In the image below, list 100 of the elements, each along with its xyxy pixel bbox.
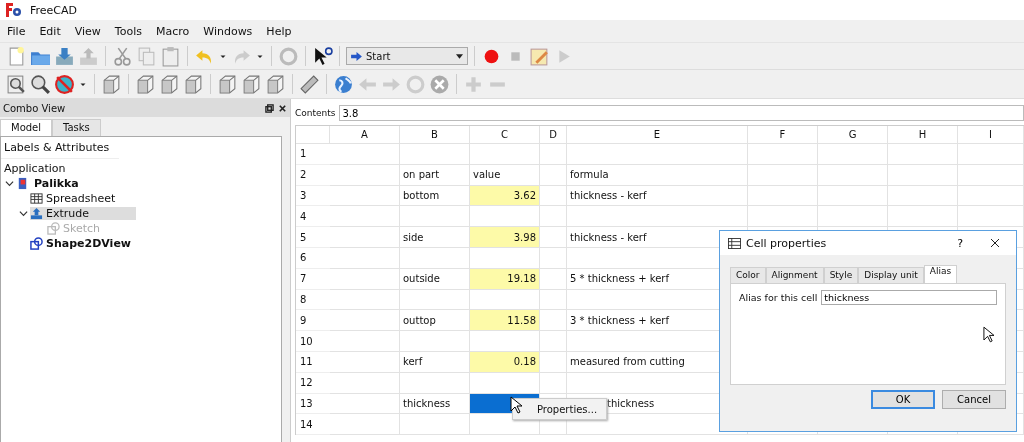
workbench-dropdown[interactable]: Start xyxy=(346,47,468,65)
document-icon xyxy=(16,177,29,190)
cursor-icon xyxy=(983,326,994,343)
export-icon[interactable] xyxy=(78,45,99,67)
table-cell xyxy=(330,268,400,290)
table-cell xyxy=(400,289,470,311)
dialog-title: Cell properties xyxy=(746,236,828,250)
zoom-fit-icon[interactable] xyxy=(6,73,27,95)
column-header[interactable]: G xyxy=(818,126,888,144)
table-cell xyxy=(888,144,958,165)
row-header[interactable]: 13 xyxy=(296,393,330,415)
table-cell xyxy=(330,393,400,415)
contents-field[interactable]: 3.8 xyxy=(339,105,1024,121)
table-cell: 19.18 xyxy=(470,268,540,290)
row-header[interactable]: 3 xyxy=(296,185,330,207)
table-cell: 3.98 xyxy=(470,227,540,248)
row-header[interactable]: 10 xyxy=(296,331,330,352)
column-header[interactable]: F xyxy=(748,126,818,144)
float-icon[interactable] xyxy=(265,103,274,113)
table-cell xyxy=(818,206,888,228)
table-cell xyxy=(330,372,400,394)
menu-item[interactable]: View xyxy=(67,24,108,38)
row-header[interactable]: 11 xyxy=(296,351,330,373)
row-header[interactable]: 4 xyxy=(296,206,330,228)
dialog-tab[interactable]: Display unit xyxy=(858,267,924,283)
dialog-button[interactable]: Cancel xyxy=(942,390,1006,409)
row-header[interactable]: 9 xyxy=(296,310,330,332)
save-icon[interactable] xyxy=(54,45,75,67)
tree-item[interactable]: Palikka xyxy=(34,177,79,190)
cancel-icon[interactable] xyxy=(429,73,450,95)
help-button[interactable]: ? xyxy=(957,236,963,250)
table-cell xyxy=(888,206,958,228)
app-logo-icon xyxy=(6,3,22,17)
dialog-button[interactable]: OK xyxy=(871,390,935,409)
table-cell xyxy=(330,206,400,228)
whats-this-icon[interactable] xyxy=(312,45,333,67)
tree-header: Labels & Attributes xyxy=(4,141,110,154)
table-cell xyxy=(330,164,400,186)
table-cell xyxy=(818,144,888,165)
dialog-tab[interactable]: Alias xyxy=(923,265,958,283)
close-icon[interactable] xyxy=(278,103,287,113)
table-cell xyxy=(330,351,400,373)
column-header[interactable]: B xyxy=(400,126,470,144)
view-cube-icon[interactable] xyxy=(241,73,262,95)
column-header[interactable]: I xyxy=(958,126,1024,144)
column-header[interactable]: E xyxy=(567,126,748,144)
row-header[interactable]: 2 xyxy=(296,164,330,186)
ruler-icon[interactable] xyxy=(299,73,320,95)
row-header[interactable]: 5 xyxy=(296,227,330,248)
draw-style-icon[interactable] xyxy=(54,73,75,95)
column-header[interactable]: H xyxy=(888,126,958,144)
menu-item[interactable]: File xyxy=(0,24,33,38)
menu-item[interactable]: Macro xyxy=(148,24,197,38)
scissors-icon[interactable] xyxy=(112,45,133,67)
tree-item[interactable]: Shape2DView xyxy=(30,237,137,250)
paste-icon[interactable] xyxy=(160,45,181,67)
column-header[interactable]: A xyxy=(330,126,400,144)
row-header[interactable]: 7 xyxy=(296,268,330,290)
globe-icon[interactable] xyxy=(333,73,354,95)
view-cube-icon[interactable] xyxy=(217,73,238,95)
table-cell xyxy=(958,206,1024,228)
table-cell xyxy=(330,310,400,332)
table-cell xyxy=(330,414,400,436)
view-cube-icon[interactable] xyxy=(265,73,286,95)
panel-title: Combo View xyxy=(3,102,66,114)
extrude-icon xyxy=(30,207,43,220)
row-header[interactable]: 8 xyxy=(296,289,330,311)
view-cube-icon[interactable] xyxy=(183,73,204,95)
arrow-icon xyxy=(351,51,362,61)
table-cell xyxy=(958,144,1024,165)
zoom-icon[interactable] xyxy=(30,73,51,95)
menu-item[interactable]: Help xyxy=(259,24,299,38)
table-cell xyxy=(818,185,888,207)
view-cube-icon[interactable] xyxy=(101,73,122,95)
dialog-tab[interactable]: Color xyxy=(730,267,766,283)
table-cell xyxy=(958,185,1024,207)
row-header[interactable]: 12 xyxy=(296,372,330,394)
panel-tab[interactable]: Model xyxy=(0,119,53,136)
view-cube-icon[interactable] xyxy=(135,73,156,95)
selected-tree-item[interactable]: Extrude xyxy=(30,207,136,220)
column-header[interactable]: D xyxy=(540,126,567,144)
row-header[interactable]: 6 xyxy=(296,248,330,269)
view-cube-icon[interactable] xyxy=(159,73,180,95)
menu-item[interactable]: Tools xyxy=(107,24,149,38)
menu-item[interactable]: Windows xyxy=(196,24,260,38)
row-header[interactable]: 14 xyxy=(296,414,330,436)
dialog-tab[interactable]: Style xyxy=(823,267,859,283)
panel-tab[interactable]: Tasks xyxy=(52,119,101,136)
menu-item[interactable]: Edit xyxy=(32,24,68,38)
column-header[interactable]: C xyxy=(470,126,540,144)
close-icon[interactable] xyxy=(990,238,1000,248)
table-cell xyxy=(400,372,470,394)
alias-field[interactable]: thickness xyxy=(821,290,997,305)
tree-item[interactable]: Spreadsheet xyxy=(30,192,122,205)
shape-icon xyxy=(30,237,43,250)
table-cell xyxy=(748,206,818,228)
row-header[interactable]: 1 xyxy=(296,144,330,165)
window-title: FreeCAD xyxy=(30,3,78,17)
dialog-tab[interactable]: Alignment xyxy=(765,267,824,283)
refresh-icon[interactable] xyxy=(278,45,299,67)
